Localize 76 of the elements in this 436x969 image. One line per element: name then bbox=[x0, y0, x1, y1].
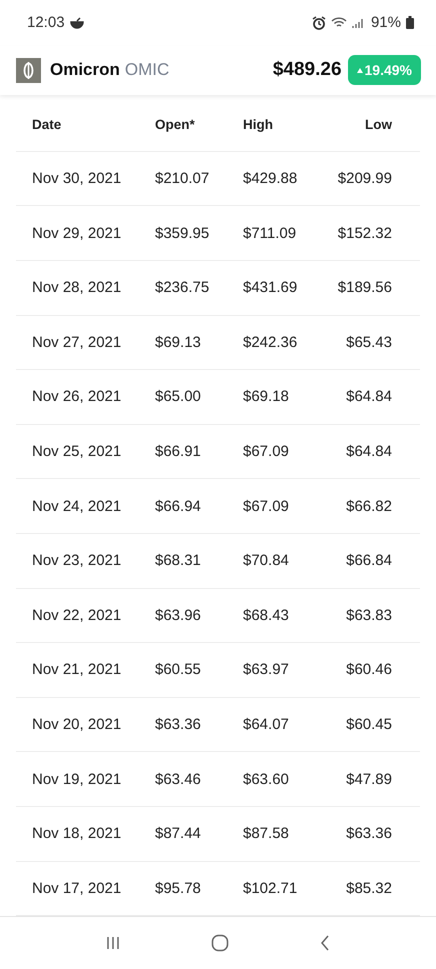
wifi-icon bbox=[330, 16, 347, 30]
table-cell-text: $102.71 bbox=[243, 880, 298, 897]
table-cell-text: $359.95 bbox=[155, 224, 210, 242]
table-cell-text: $63.97 bbox=[243, 661, 290, 678]
home-icon[interactable] bbox=[211, 934, 229, 952]
table-cell-text: $66.91 bbox=[155, 443, 202, 460]
table-cell-text: Nov 20, 2021 bbox=[32, 716, 122, 734]
table-cell-text: $87.44 bbox=[155, 825, 202, 842]
coin-name: Omicron bbox=[50, 60, 120, 80]
table-cell: $65.43 bbox=[346, 334, 392, 351]
column-header: High bbox=[243, 116, 274, 132]
table-cell-text: $66.94 bbox=[155, 498, 202, 515]
column-header: Low bbox=[365, 116, 392, 132]
alarm-icon bbox=[312, 16, 326, 30]
table-cell: $209.99 bbox=[338, 170, 392, 188]
table-cell-text: Nov 17, 2021 bbox=[32, 880, 122, 897]
table-cell-text: $69.18 bbox=[243, 388, 290, 406]
table-cell-text: Nov 28, 2021 bbox=[32, 279, 122, 296]
status-time: 12:03 bbox=[27, 14, 65, 32]
table-cell-text: Nov 26, 2021 bbox=[32, 388, 122, 406]
table-cell-text: $242.36 bbox=[243, 334, 298, 351]
table-cell: $64.84 bbox=[346, 443, 392, 460]
back-icon[interactable] bbox=[319, 935, 331, 952]
table-cell-text: Nov 21, 2021 bbox=[32, 661, 122, 678]
table-cell: $66.82 bbox=[346, 498, 392, 515]
table-cell-text: Nov 27, 2021 bbox=[32, 334, 122, 351]
column-header: Open* bbox=[155, 116, 196, 132]
table-cell-text: Nov 18, 2021 bbox=[32, 825, 122, 842]
coin-symbol: OMIC bbox=[124, 60, 170, 80]
signal-icon bbox=[352, 16, 364, 29]
table-cell-text: $68.31 bbox=[155, 552, 202, 570]
table-cell-text: $236.75 bbox=[155, 279, 210, 296]
notification-icon bbox=[70, 16, 84, 29]
table-cell: $66.84 bbox=[346, 552, 392, 570]
recent-apps-icon[interactable] bbox=[105, 935, 121, 952]
table-cell-text: $69.13 bbox=[155, 334, 202, 351]
table-cell-text: $210.07 bbox=[155, 170, 210, 188]
table-cell-text: $63.36 bbox=[155, 716, 202, 734]
table-cell-text: Nov 25, 2021 bbox=[32, 443, 122, 460]
table-cell-text: $711.09 bbox=[243, 224, 298, 242]
battery-icon bbox=[406, 16, 414, 30]
caret-icon bbox=[356, 68, 363, 73]
table-cell: $60.46 bbox=[346, 661, 392, 678]
column-header: Date bbox=[32, 116, 62, 132]
table-cell-text: $64.07 bbox=[243, 716, 290, 734]
table-cell-text: $68.43 bbox=[243, 606, 290, 624]
table-cell-text: $63.46 bbox=[155, 770, 202, 788]
table-cell-text: $95.78 bbox=[155, 880, 202, 897]
table-cell-text: $60.55 bbox=[155, 661, 202, 678]
table-cell-text: $67.09 bbox=[243, 498, 290, 515]
table-cell-text: $67.09 bbox=[243, 443, 290, 460]
coin-logo-icon bbox=[16, 58, 41, 83]
table-cell-text: $431.69 bbox=[243, 279, 298, 296]
table-cell: $189.56 bbox=[338, 279, 392, 296]
change-percent: 19.49% bbox=[364, 62, 412, 78]
table-cell-text: $63.60 bbox=[243, 770, 290, 788]
table-cell-text: Nov 23, 2021 bbox=[32, 552, 122, 570]
table-cell-text: Nov 22, 2021 bbox=[32, 606, 122, 624]
table-cell-text: Nov 19, 2021 bbox=[32, 770, 122, 788]
table-cell-text: Nov 29, 2021 bbox=[32, 224, 122, 242]
table-cell: $85.32 bbox=[346, 880, 392, 897]
battery-percent: 91% bbox=[370, 14, 401, 32]
table-cell: $63.83 bbox=[346, 606, 392, 624]
table-cell: $64.84 bbox=[346, 388, 392, 406]
table-cell-text: $65.00 bbox=[155, 388, 202, 406]
coin-price: $489.26 bbox=[272, 59, 342, 82]
table-cell: $63.36 bbox=[346, 825, 392, 842]
table-cell-text: $70.84 bbox=[243, 552, 290, 570]
table-cell: $47.89 bbox=[346, 770, 392, 788]
table-cell: $60.45 bbox=[346, 716, 392, 734]
table-cell: $152.32 bbox=[338, 224, 392, 242]
table-cell-text: $63.96 bbox=[155, 606, 202, 624]
table-cell-text: $429.88 bbox=[243, 170, 298, 188]
table-cell-text: $87.58 bbox=[243, 825, 290, 842]
table-cell-text: Nov 24, 2021 bbox=[32, 498, 122, 515]
table-cell-text: Nov 30, 2021 bbox=[32, 170, 122, 188]
